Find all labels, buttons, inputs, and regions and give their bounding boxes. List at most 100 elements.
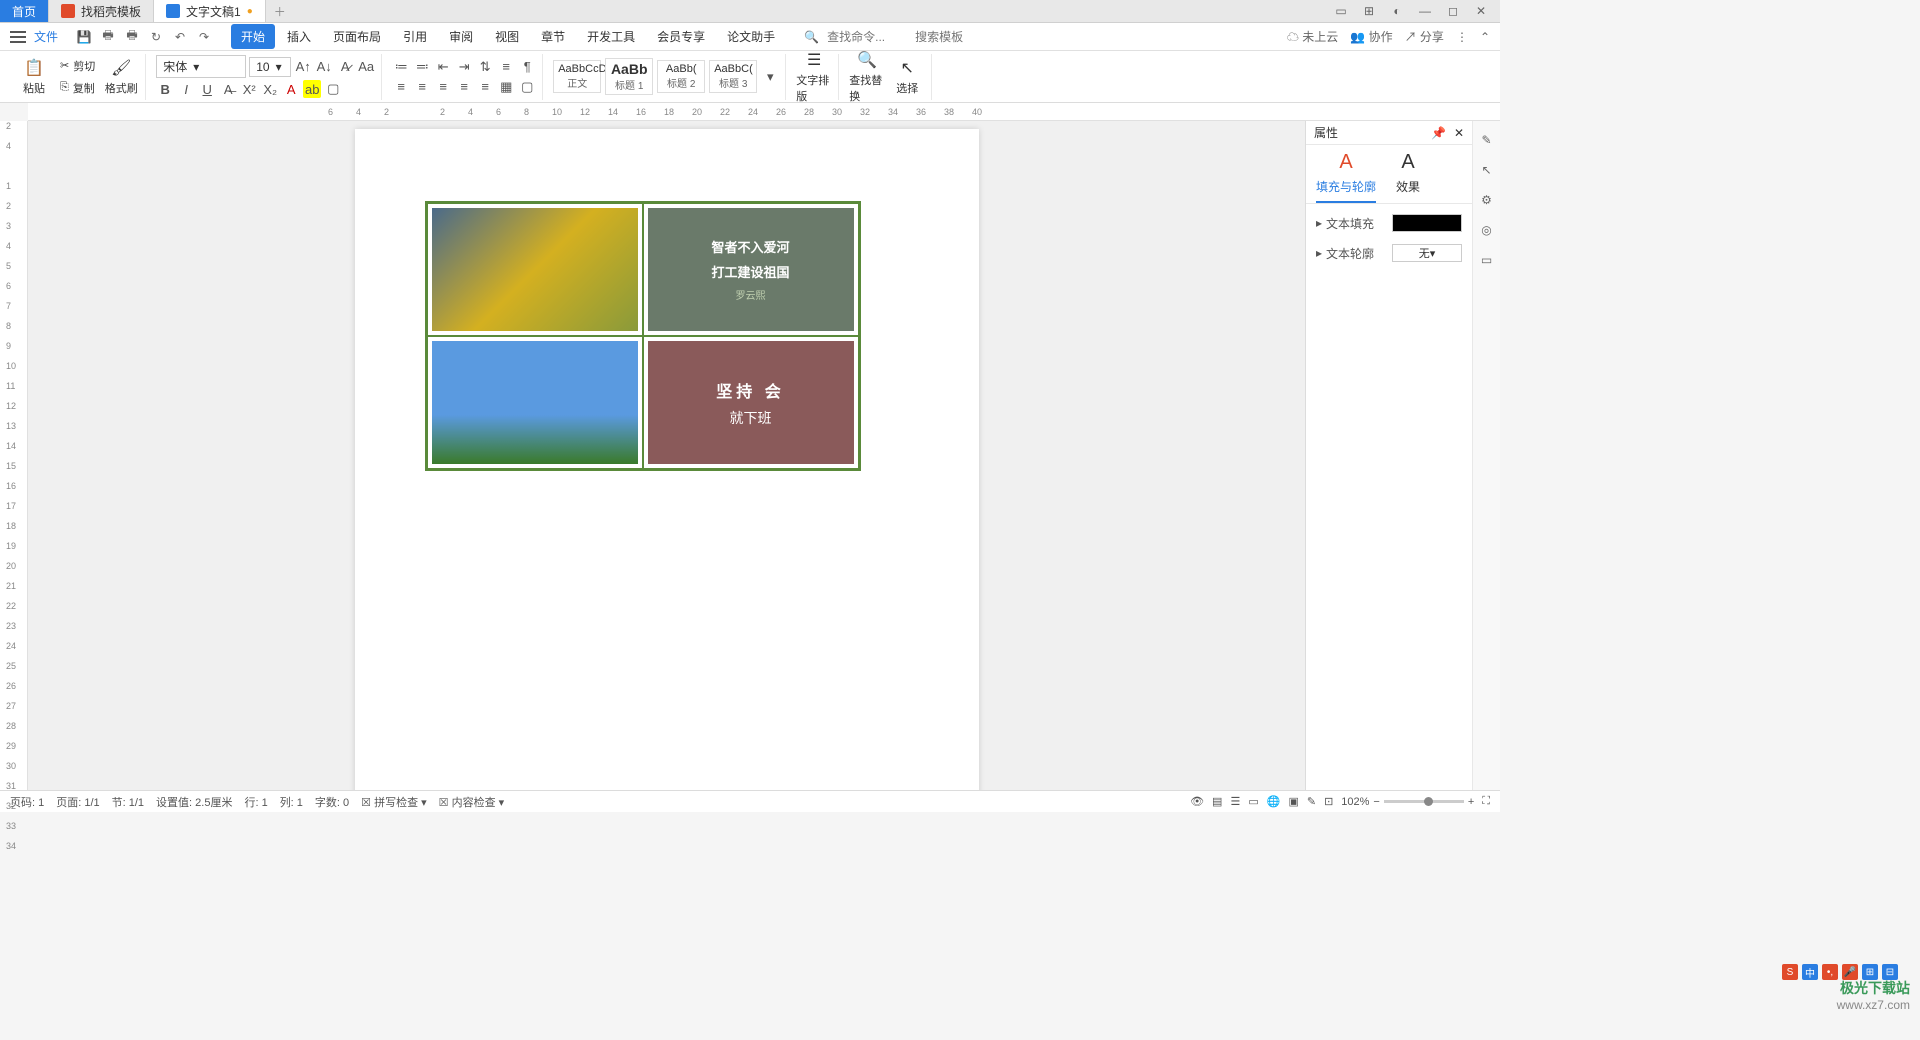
char-border-icon[interactable]: ▢: [324, 80, 342, 98]
table-cell-2[interactable]: 智者不入爱河 打工建设祖国 罗云熙: [643, 203, 859, 336]
text-fill-color-swatch[interactable]: [1392, 214, 1462, 232]
horizontal-ruler[interactable]: 642246810121416182022242628303234363840: [28, 103, 1500, 121]
align-center-icon[interactable]: ≡: [413, 78, 431, 96]
close-panel-icon[interactable]: ✕: [1454, 126, 1464, 140]
number-list-icon[interactable]: ≕: [413, 58, 431, 76]
pin-icon[interactable]: 📌: [1431, 126, 1446, 140]
paste-button[interactable]: 📋粘贴: [16, 55, 52, 99]
share-button[interactable]: ↗ 分享: [1405, 28, 1444, 45]
ribbon-tab-layout[interactable]: 页面布局: [323, 24, 391, 49]
status-content-check[interactable]: ☒ 内容检查 ▾: [439, 794, 505, 810]
view-page-icon[interactable]: ▤: [1212, 795, 1222, 808]
sort-icon[interactable]: ⇅: [476, 58, 494, 76]
styles-gallery[interactable]: AaBbCcD正文 AaBb标题 1 AaBb(标题 2 AaBbC(标题 3 …: [547, 54, 786, 100]
hamburger-icon[interactable]: [10, 31, 26, 43]
status-col[interactable]: 列: 1: [280, 794, 303, 810]
prop-text-outline-label[interactable]: ▸ 文本轮廓: [1316, 245, 1374, 262]
ribbon-tab-paper[interactable]: 论文助手: [717, 24, 785, 49]
collapse-ribbon-icon[interactable]: ⌃: [1480, 30, 1490, 44]
panel-tab-fill[interactable]: A填充与轮廓: [1316, 151, 1376, 203]
ribbon-tab-member[interactable]: 会员专享: [647, 24, 715, 49]
image-table[interactable]: 智者不入爱河 打工建设祖国 罗云熙 坚持 会 就下班: [425, 201, 861, 471]
cut-button[interactable]: ✂剪切: [56, 56, 99, 76]
more-icon[interactable]: ⋮: [1456, 30, 1468, 44]
ribbon-tab-review[interactable]: 审阅: [439, 24, 483, 49]
status-spellcheck[interactable]: ☒ 拼写检查 ▾: [361, 794, 427, 810]
grow-font-icon[interactable]: A↑: [294, 58, 312, 76]
zoom-in-icon[interactable]: +: [1468, 796, 1474, 808]
italic-icon[interactable]: I: [177, 80, 195, 98]
subscript-icon[interactable]: X₂: [261, 80, 279, 98]
line-spacing-icon[interactable]: ≡: [497, 58, 515, 76]
print-icon[interactable]: 🖶: [100, 29, 116, 45]
styles-more-icon[interactable]: ▾: [761, 68, 779, 86]
ribbon-tab-insert[interactable]: 插入: [277, 24, 321, 49]
layout-icon[interactable]: ▭: [1332, 2, 1350, 20]
close-button[interactable]: ✕: [1472, 2, 1490, 20]
document-canvas[interactable]: 智者不入爱河 打工建设祖国 罗云熙 坚持 会 就下班: [28, 121, 1305, 790]
outdent-icon[interactable]: ⇤: [434, 58, 452, 76]
print-preview-icon[interactable]: 🖶: [124, 29, 140, 45]
maximize-button[interactable]: ◻: [1444, 2, 1462, 20]
apps-icon[interactable]: ⊞: [1360, 2, 1378, 20]
clear-format-icon[interactable]: A̷: [336, 58, 354, 76]
select-button[interactable]: ↖选择: [889, 55, 925, 99]
bullet-list-icon[interactable]: ≔: [392, 58, 410, 76]
superscript-icon[interactable]: X²: [240, 80, 258, 98]
align-distribute-icon[interactable]: ≡: [476, 78, 494, 96]
vertical-ruler[interactable]: 2412345678910111213141516171819202122232…: [0, 121, 28, 790]
prop-text-fill-label[interactable]: ▸ 文本填充: [1316, 215, 1374, 232]
pencil-icon[interactable]: ✎: [1478, 131, 1496, 149]
tab-template[interactable]: 找稻壳模板: [49, 0, 154, 22]
ribbon-tab-reference[interactable]: 引用: [393, 24, 437, 49]
ribbon-tab-devtools[interactable]: 开发工具: [577, 24, 645, 49]
status-indent[interactable]: 设置值: 2.5厘米: [156, 794, 232, 810]
font-name-select[interactable]: 宋体▾: [156, 55, 246, 78]
search-command-input[interactable]: [827, 30, 907, 44]
ribbon-tab-section[interactable]: 章节: [531, 24, 575, 49]
fullscreen-icon[interactable]: ⛶: [1482, 795, 1490, 808]
shrink-font-icon[interactable]: A↓: [315, 58, 333, 76]
undo-icon[interactable]: ↶: [172, 29, 188, 45]
underline-icon[interactable]: U: [198, 80, 216, 98]
ribbon-tab-start[interactable]: 开始: [231, 24, 275, 49]
text-outline-select[interactable]: 无 ▾: [1392, 244, 1462, 262]
user-icon[interactable]: ◐: [1388, 2, 1406, 20]
redo-icon[interactable]: ↷: [196, 29, 212, 45]
eye-icon[interactable]: 👁: [1190, 795, 1204, 808]
change-case-icon[interactable]: Aa: [357, 58, 375, 76]
text-layout-button[interactable]: ☰文字排版: [796, 55, 832, 99]
refresh-icon[interactable]: ↻: [148, 29, 164, 45]
zoom-slider[interactable]: [1384, 800, 1464, 803]
tab-document[interactable]: 文字文稿1 ●: [154, 0, 266, 22]
ribbon-tab-view[interactable]: 视图: [485, 24, 529, 49]
status-page[interactable]: 页面: 1/1: [56, 794, 99, 810]
minimize-button[interactable]: —: [1416, 2, 1434, 20]
find-replace-button[interactable]: 🔍查找替换: [849, 55, 885, 99]
status-section[interactable]: 节: 1/1: [112, 794, 144, 810]
panel-tab-effect[interactable]: A效果: [1396, 151, 1420, 203]
view-outline-icon[interactable]: ☰: [1230, 795, 1240, 808]
align-left-icon[interactable]: ≡: [392, 78, 410, 96]
save-icon[interactable]: 💾: [76, 29, 92, 45]
status-chars[interactable]: 字数: 0: [315, 794, 349, 810]
search-template-input[interactable]: [915, 30, 995, 44]
align-justify-icon[interactable]: ≡: [455, 78, 473, 96]
view-focus-icon[interactable]: ▣: [1288, 795, 1298, 808]
coop-button[interactable]: 👥 协作: [1350, 28, 1392, 45]
strike-icon[interactable]: A̶: [219, 80, 237, 98]
settings-icon[interactable]: ⚙: [1478, 191, 1496, 209]
view-web-icon[interactable]: 🌐: [1267, 795, 1281, 808]
table-cell-3[interactable]: [427, 336, 643, 469]
font-color-icon[interactable]: A: [282, 80, 300, 98]
format-painter-button[interactable]: 🖌格式刷: [103, 55, 139, 99]
fit-icon[interactable]: ⊡: [1324, 795, 1333, 808]
shading-icon[interactable]: ▦: [497, 78, 515, 96]
indent-icon[interactable]: ⇥: [455, 58, 473, 76]
tab-add-button[interactable]: ＋: [266, 0, 294, 22]
zoom-out-icon[interactable]: −: [1373, 796, 1379, 808]
menu-file[interactable]: 文件: [34, 28, 58, 45]
book-icon[interactable]: ▭: [1478, 251, 1496, 269]
border-icon[interactable]: ▢: [518, 78, 536, 96]
cloud-status[interactable]: ☁ 未上云: [1287, 28, 1338, 45]
